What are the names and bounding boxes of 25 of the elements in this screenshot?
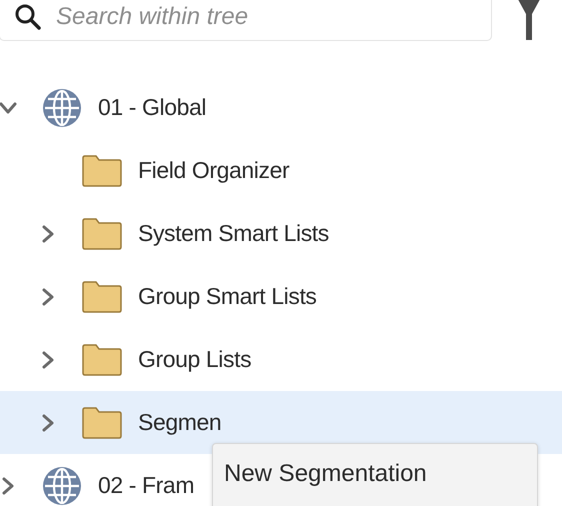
folder-icon: [82, 280, 122, 312]
chevron-icon[interactable]: [41, 350, 55, 368]
tree-item-label[interactable]: 02 - Fram: [98, 472, 194, 499]
chevron-icon[interactable]: [41, 414, 55, 432]
selected-tree-row[interactable]: Segmen: [0, 391, 562, 454]
tree-item-label[interactable]: Segmen: [138, 409, 222, 436]
folder-icon: [82, 154, 122, 186]
globe-icon: [42, 466, 82, 506]
tree-item-label[interactable]: Group Smart Lists: [138, 283, 317, 310]
folder-icon: [82, 344, 122, 376]
search-input[interactable]: Search within tree: [54, 2, 458, 32]
tree-item-label[interactable]: Group Lists: [138, 346, 252, 373]
chevron-icon[interactable]: [0, 100, 17, 114]
folder-icon: [82, 406, 122, 438]
globe-icon: [42, 88, 82, 128]
tree-item-label[interactable]: Field Organizer: [138, 157, 290, 184]
folder-icon: [82, 218, 122, 250]
search-field[interactable]: Search within tree: [0, 0, 492, 41]
menu-item[interactable]: New Segmentation: [213, 460, 427, 488]
search-icon: [14, 3, 42, 31]
chevron-icon[interactable]: [41, 224, 55, 242]
tree-item-label[interactable]: 01 - Global: [98, 94, 206, 121]
chevron-icon[interactable]: [41, 288, 55, 306]
chevron-icon[interactable]: [1, 476, 15, 494]
tree-item-label[interactable]: System Smart Lists: [138, 220, 329, 247]
